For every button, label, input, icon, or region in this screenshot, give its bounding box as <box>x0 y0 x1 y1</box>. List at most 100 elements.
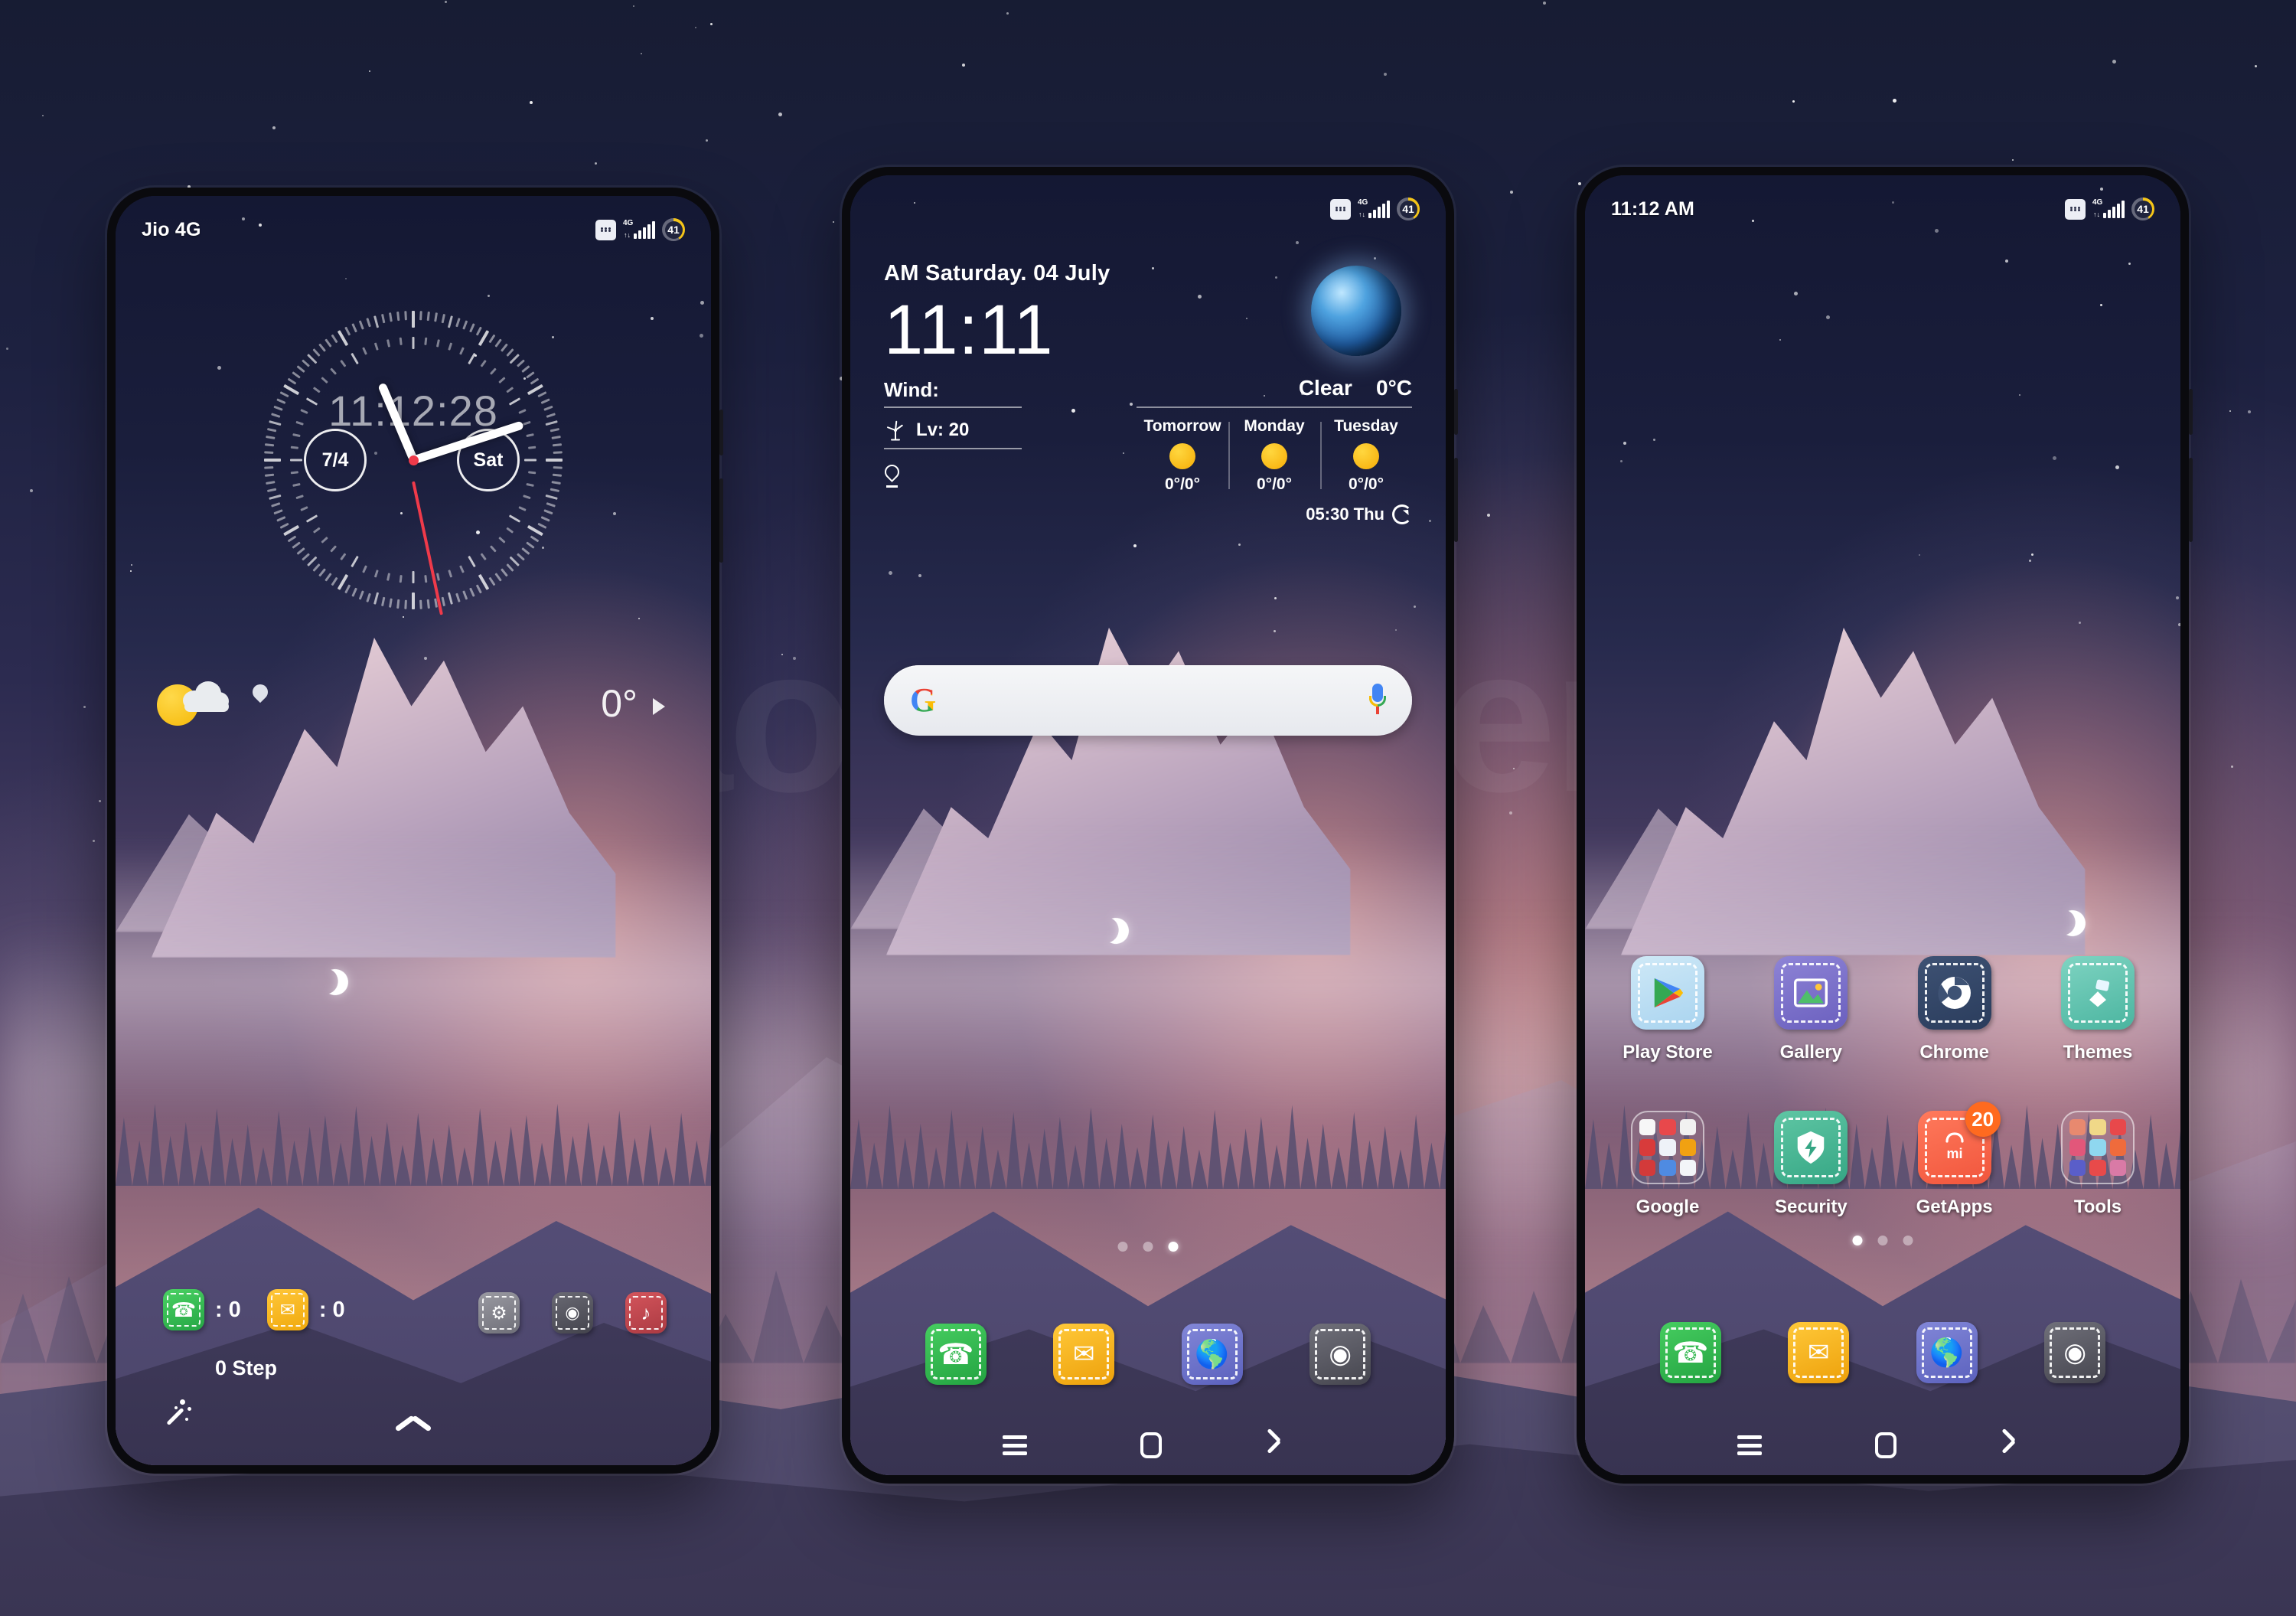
analog-clock-widget[interactable]: 11:12:28 7/4 Sat <box>264 311 563 615</box>
search-input[interactable] <box>954 688 1351 713</box>
chrome-icon <box>1917 956 1991 1030</box>
sun-icon <box>1169 443 1195 469</box>
refresh-icon[interactable] <box>1392 504 1412 524</box>
app-chrome[interactable]: Chrome <box>1909 956 2001 1063</box>
photo-icon <box>1794 978 1828 1007</box>
wind-block: Wind: Lv: 20 <box>884 378 1022 450</box>
page-dot[interactable] <box>1903 1236 1913 1245</box>
lockscreen-temperature: 0° <box>601 681 638 726</box>
back-button[interactable] <box>2010 1436 2028 1454</box>
forecast-day: Tuesday <box>1334 417 1398 435</box>
page-dot[interactable] <box>1143 1242 1153 1252</box>
dock-phone-icon[interactable]: ☎ <box>1659 1322 1721 1383</box>
phone3-wallpaper <box>1585 175 2180 1475</box>
shield-bolt-icon <box>1798 1131 1825 1164</box>
earth-globe-icon <box>1311 266 1401 356</box>
app-grid: Play Store Gallery Chrome Themes Google … <box>1622 956 2144 1265</box>
app-security[interactable]: Security <box>1765 1111 1857 1218</box>
app-themes[interactable]: Themes <box>2052 956 2144 1063</box>
microphone-icon[interactable] <box>1369 684 1386 717</box>
forecast-temps: 0°/0° <box>1165 475 1200 493</box>
forecast-block: Clear 0°C Tomorrow 0°/0° Monday 0°/0° Tu… <box>1137 376 1412 524</box>
temp-degree: ° <box>622 682 638 725</box>
app-google-folder[interactable]: Google <box>1622 1111 1714 1218</box>
app-label: Play Store <box>1623 1042 1713 1063</box>
phone2-dock: ☎ ✉ 🌎 ◉ <box>850 1324 1446 1385</box>
last-updated-row[interactable]: 05:30 Thu <box>1137 504 1412 524</box>
unread-messages-counter[interactable]: ✉ : 0 <box>266 1289 345 1330</box>
dock-messages-icon[interactable]: ✉ <box>1788 1322 1850 1383</box>
phone1-status-bar: Jio 4G 4G ↑↓ 41 <box>116 196 711 253</box>
app-label: Chrome <box>1919 1042 1989 1063</box>
page-dot[interactable] <box>1117 1242 1128 1252</box>
forecast-col[interactable]: Monday 0°/0° <box>1228 417 1320 494</box>
wind-label: Wind: <box>884 378 1022 409</box>
calls-count: 0 <box>228 1297 241 1322</box>
battery-icon: 41 <box>662 218 685 241</box>
back-button[interactable] <box>1275 1436 1293 1454</box>
status-icons: 4G ↑↓ 41 <box>2065 198 2154 220</box>
phone-device-lockscreen: Jio 4G 4G ↑↓ 41 11:12:28 7/4 Sat 0° ☎: … <box>107 188 723 1474</box>
wind-level-label: Lv: 20 <box>916 420 970 441</box>
sun-icon <box>1353 443 1379 469</box>
page-dot[interactable] <box>1877 1236 1888 1245</box>
dock-browser-icon[interactable]: 🌎 <box>1916 1322 1978 1383</box>
chrome-circle-icon <box>1938 977 1971 1009</box>
tools-folder-icon <box>2060 1111 2135 1184</box>
dock-camera-icon[interactable]: ◉ <box>1309 1324 1371 1385</box>
lockscreen-weather-row[interactable]: 0° <box>149 678 677 732</box>
forecast-col[interactable]: Tuesday 0°/0° <box>1320 417 1412 494</box>
gallery-icon <box>1774 956 1848 1030</box>
network-type-label: 4G <box>2092 198 2103 207</box>
app-gallery[interactable]: Gallery <box>1765 956 1857 1063</box>
carrier-label: Jio 4G <box>142 218 201 240</box>
battery-level-label: 41 <box>664 220 683 239</box>
unlock-chevron-up-icon[interactable] <box>396 1405 431 1441</box>
page-dot-active[interactable] <box>1168 1242 1179 1252</box>
sun-icon <box>1261 443 1287 469</box>
home-button[interactable] <box>1140 1432 1162 1458</box>
app-getapps[interactable]: 20 mi GetApps <box>1909 1102 2001 1218</box>
recents-button[interactable] <box>1737 1435 1762 1455</box>
camera-shortcut-icon[interactable]: ◉ <box>552 1292 593 1334</box>
clock-label: 11:12 AM <box>1611 198 1695 220</box>
forecast-col[interactable]: Tomorrow 0°/0° <box>1137 417 1228 494</box>
phone1-screen: Jio 4G 4G ↑↓ 41 11:12:28 7/4 Sat 0° ☎: … <box>116 196 711 1465</box>
google-search-bar[interactable]: G <box>884 665 1412 736</box>
forecast-temps: 0°/0° <box>1349 475 1384 493</box>
dock-messages-icon[interactable]: ✉ <box>1053 1324 1115 1385</box>
themes-icon <box>2060 956 2135 1030</box>
settings-shortcut-icon[interactable]: ⚙ <box>478 1292 520 1334</box>
clock-pivot <box>408 455 419 465</box>
dock-camera-icon[interactable]: ◉ <box>2044 1322 2106 1383</box>
weather-clock-widget[interactable]: AM Saturday. 04 July 11:11 Wind: Lv: 20 … <box>882 261 1412 544</box>
home-button[interactable] <box>1875 1432 1896 1458</box>
paint-roller-icon <box>2089 979 2110 1007</box>
music-shortcut-icon[interactable]: ♪ <box>625 1292 667 1334</box>
battery-level-label: 41 <box>1399 200 1417 218</box>
vibrate-icon <box>1330 198 1351 220</box>
signal-icon: 4G ↑↓ <box>623 219 655 239</box>
wind-level-row: Lv: 20 <box>884 408 1022 450</box>
dock-phone-icon[interactable]: ☎ <box>925 1324 987 1385</box>
dock-browser-icon[interactable]: 🌎 <box>1181 1324 1243 1385</box>
signal-icon: 4G ↑↓ <box>1358 198 1390 218</box>
messages-colon: : <box>318 1297 327 1322</box>
vibrate-icon <box>595 219 616 240</box>
page-dot-active[interactable] <box>1852 1236 1863 1245</box>
recents-button[interactable] <box>1003 1435 1027 1455</box>
app-play-store[interactable]: Play Store <box>1622 956 1714 1063</box>
weather-arrow-icon[interactable] <box>653 698 665 715</box>
app-label: Gallery <box>1779 1042 1843 1063</box>
battery-icon: 41 <box>1397 198 1420 220</box>
location-pin-icon[interactable] <box>882 462 902 488</box>
messages-icon: ✉ <box>266 1289 308 1330</box>
getapps-icon: 20 mi <box>1917 1102 2001 1184</box>
last-updated-label: 05:30 Thu <box>1306 504 1384 524</box>
security-icon <box>1774 1111 1848 1184</box>
app-tools-folder[interactable]: Tools <box>2052 1111 2144 1218</box>
missed-calls-counter[interactable]: ☎ : 0 <box>163 1289 241 1330</box>
magic-wand-icon[interactable] <box>160 1396 194 1430</box>
current-condition-row: Clear 0°C <box>1137 376 1412 408</box>
phone-device-home-apps: 11:12 AM 4G ↑↓ 41 Play Store Gallery Chr… <box>1577 167 2193 1484</box>
